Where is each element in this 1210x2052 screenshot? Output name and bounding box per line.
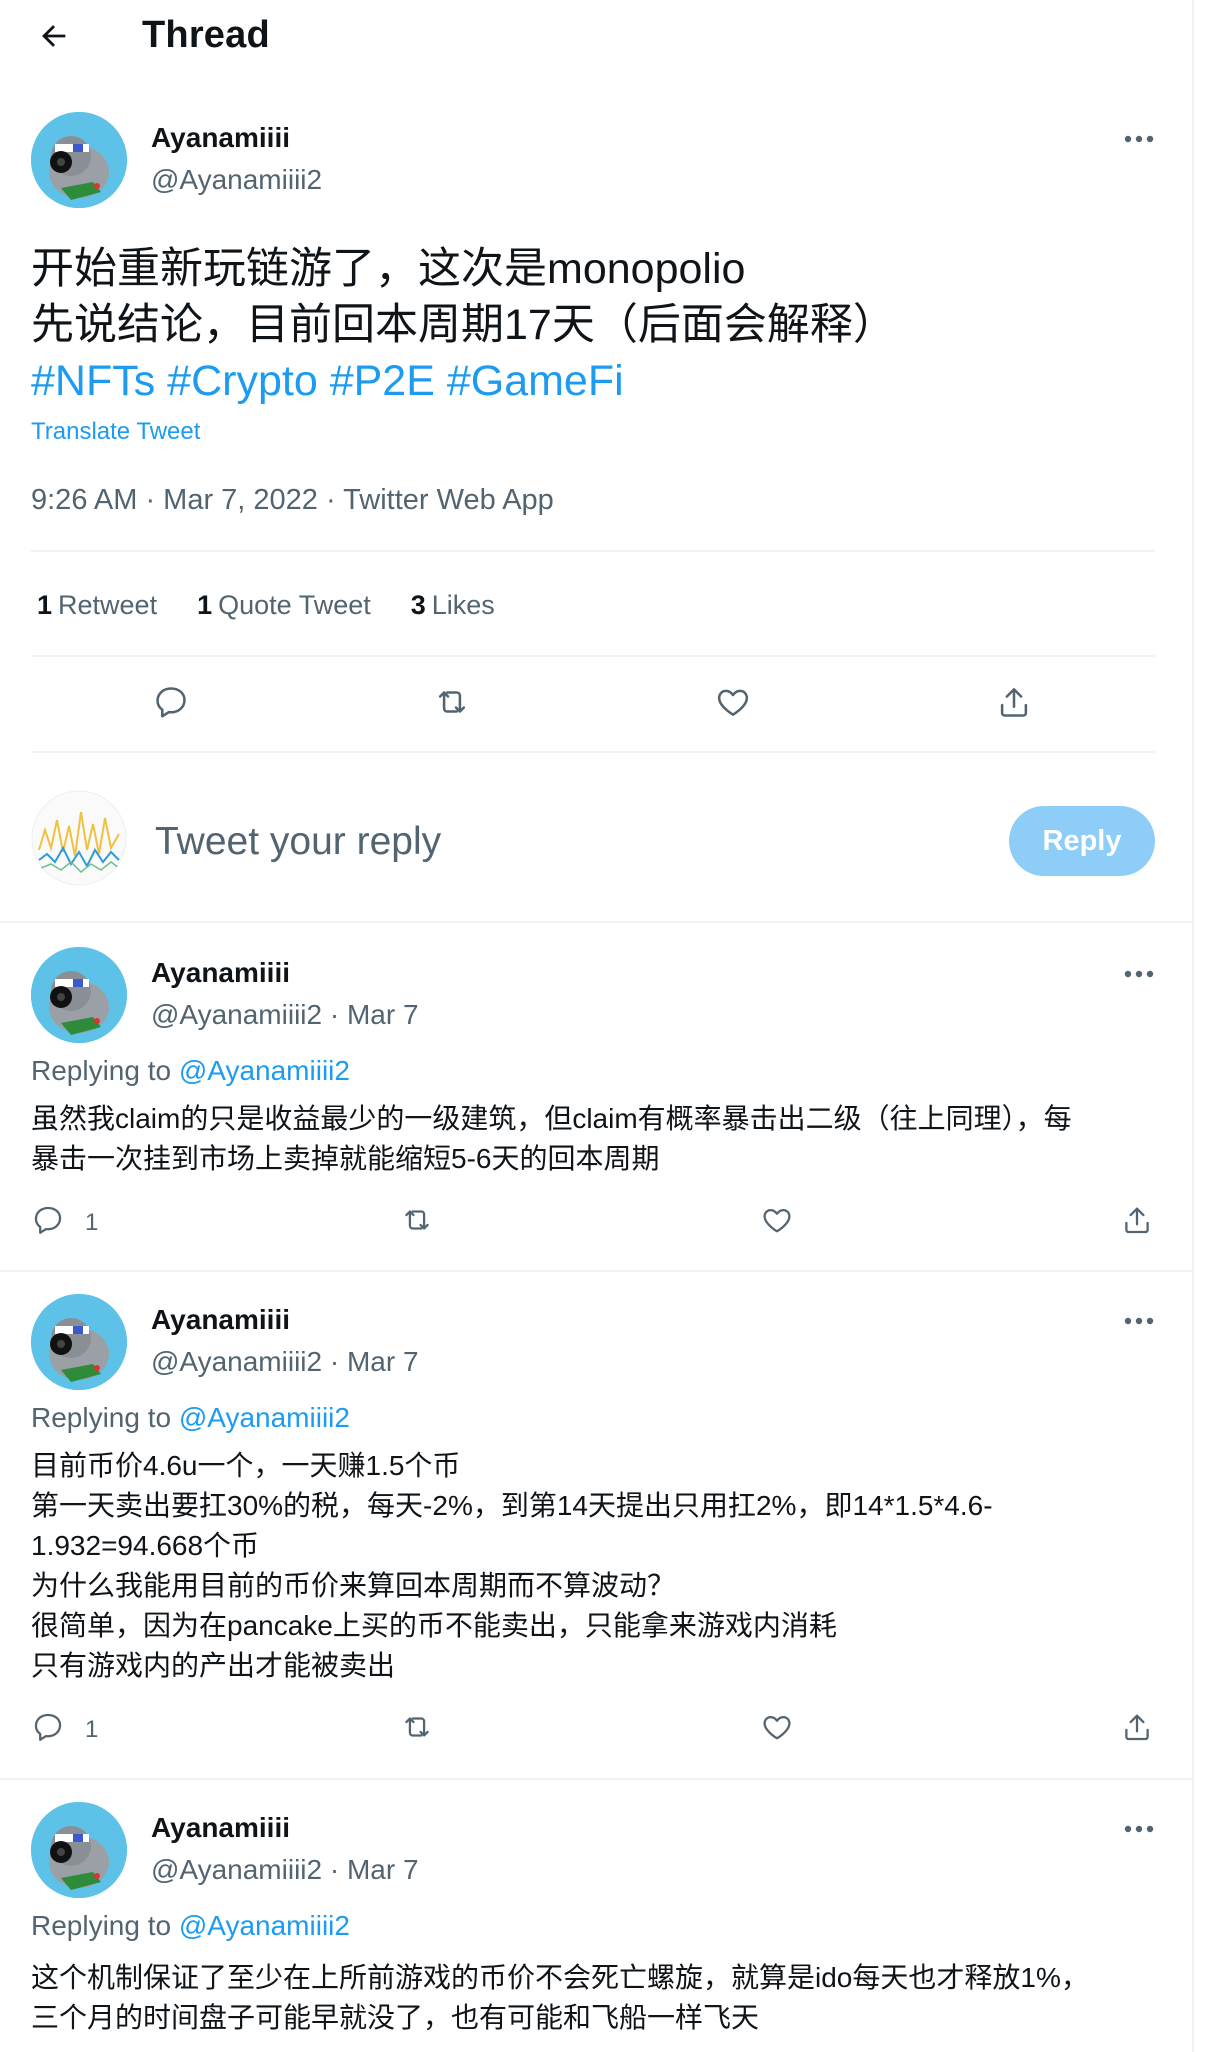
- mention-link[interactable]: @Ayanamiiii2: [179, 1910, 350, 1941]
- avatar[interactable]: [31, 1802, 127, 1898]
- mention-link[interactable]: @Ayanamiiii2: [179, 1055, 350, 1086]
- share-button[interactable]: [1120, 1710, 1154, 1749]
- tweet-text-line: 先说结论，目前回本周期17天（后面会解释）: [31, 301, 896, 349]
- share-button[interactable]: [1120, 1203, 1154, 1242]
- reply-tweet[interactable]: Ayanamiiii @Ayanamiiii2 · Mar 7 Replying…: [0, 921, 1192, 1271]
- divider: [31, 655, 1155, 657]
- heart-icon: [760, 1715, 794, 1748]
- reply-button[interactable]: 1: [31, 1710, 98, 1749]
- retweet-icon: [398, 1210, 436, 1241]
- hashtags[interactable]: #NFTs #Crypto #P2E #GameFi: [31, 353, 896, 409]
- tweet-text-line: 目前币价4.6u一个，一天赚1.5个币: [31, 1450, 461, 1481]
- tweet-text-line: 只有游戏内的产出才能被卖出: [31, 1650, 396, 1681]
- more-options-button[interactable]: [1117, 1306, 1161, 1336]
- comment-icon: [152, 683, 190, 726]
- avatar[interactable]: [31, 1294, 127, 1390]
- more-options-button[interactable]: [1117, 124, 1161, 154]
- reply-count: 1: [85, 1715, 99, 1743]
- tweet-timestamp[interactable]: 9:26 AM · Mar 7, 2022 · Twitter Web App: [31, 484, 554, 517]
- author-handle-date[interactable]: @Ayanamiiii2 · Mar 7: [151, 1854, 419, 1886]
- tweet-text-line: 第一天卖出要扛30%的税，每天-2%，到第14天提出只用扛2%，即14*1.5*…: [31, 1490, 993, 1521]
- more-horizontal-icon: [1124, 1820, 1154, 1838]
- translate-tweet-link[interactable]: Translate Tweet: [31, 418, 200, 446]
- author-name[interactable]: Ayanamiiii: [151, 122, 290, 154]
- avatar[interactable]: [31, 947, 127, 1043]
- reply-submit-button[interactable]: Reply: [1009, 806, 1155, 876]
- avatar[interactable]: [31, 112, 127, 208]
- reply-button[interactable]: [141, 674, 201, 734]
- reply-tweet[interactable]: Ayanamiiii @Ayanamiiii2 · Mar 7 Replying…: [0, 1270, 1192, 1778]
- divider: [31, 550, 1155, 552]
- page-title: Thread: [142, 14, 270, 56]
- author-handle[interactable]: @Ayanamiiii2: [151, 164, 322, 196]
- reply-tweet[interactable]: Ayanamiiii @Ayanamiiii2 · Mar 7 Replying…: [0, 1778, 1192, 2052]
- author-name[interactable]: Ayanamiiii: [151, 1304, 290, 1336]
- retweet-button[interactable]: [398, 1203, 436, 1242]
- retweet-icon: [398, 1717, 436, 1748]
- more-horizontal-icon: [1124, 130, 1154, 148]
- author-handle-date[interactable]: @Ayanamiiii2 · Mar 7: [151, 1346, 419, 1378]
- author-name[interactable]: Ayanamiiii: [151, 957, 290, 989]
- more-options-button[interactable]: [1117, 959, 1161, 989]
- more-options-button[interactable]: [1117, 1814, 1161, 1844]
- avatar-image: [31, 947, 127, 1043]
- tweet-text: 虽然我claim的只是收益最少的一级建筑，但claim有概率暴击出二级（往上同理…: [31, 1099, 1171, 1179]
- replying-to: Replying to @Ayanamiiii2: [31, 1055, 350, 1086]
- share-icon: [995, 683, 1033, 726]
- reply-count: 1: [85, 1208, 99, 1236]
- tweet-text-line: 为什么我能用目前的币价来算回本周期而不算波动？: [31, 1570, 676, 1601]
- tweet-text-line: 1.932=94.668个币: [31, 1530, 260, 1561]
- like-button[interactable]: [760, 1710, 794, 1749]
- like-button[interactable]: [703, 674, 763, 734]
- tweet-text-line: 三个月的时间盘子可能早就没了，也有可能和飞船一样飞天: [31, 2002, 760, 2033]
- more-horizontal-icon: [1124, 1312, 1154, 1330]
- reply-button[interactable]: 1: [31, 1203, 98, 1242]
- user-avatar-image: [31, 790, 127, 886]
- avatar-image: [31, 1294, 127, 1390]
- arrow-left-icon: [37, 19, 71, 58]
- retweet-icon: [431, 683, 473, 726]
- tweet-text: 这个机制保证了至少在上所前游戏的币价不会死亡螺旋，就算是ido每天也才释放1%，…: [31, 1958, 1171, 2038]
- tweet-text: 目前币价4.6u一个，一天赚1.5个币 第一天卖出要扛30%的税，每天-2%，到…: [31, 1446, 1171, 1686]
- retweet-button[interactable]: [422, 674, 482, 734]
- thread-column: Thread Ayanamiiii @Ayanamiiii2 开始重新玩链游了，…: [0, 0, 1194, 2052]
- more-horizontal-icon: [1124, 965, 1154, 983]
- user-avatar[interactable]: [31, 790, 127, 886]
- replying-to: Replying to @Ayanamiiii2: [31, 1402, 350, 1433]
- tweet-text-line: 开始重新玩链游了，这次是monopolio: [31, 245, 746, 293]
- tweet-text-line: 虽然我claim的只是收益最少的一级建筑，但claim有概率暴击出二级（往上同理…: [31, 1103, 1072, 1134]
- back-button[interactable]: [32, 16, 76, 60]
- tweet-stats: 1 Retweet 1 Quote Tweet 3 Likes: [37, 590, 495, 621]
- tweet-text-line: 这个机制保证了至少在上所前游戏的币价不会死亡螺旋，就算是ido每天也才释放1%，: [31, 1962, 1089, 1993]
- heart-icon: [714, 683, 752, 726]
- quote-tweet-stat[interactable]: 1 Quote Tweet: [197, 590, 371, 621]
- likes-stat[interactable]: 3 Likes: [411, 590, 495, 621]
- divider: [31, 751, 1155, 753]
- author-name[interactable]: Ayanamiiii: [151, 1812, 290, 1844]
- like-button[interactable]: [760, 1203, 794, 1242]
- tweet-text-line: 暴击一次挂到市场上卖掉就能缩短5-6天的回本周期: [31, 1143, 660, 1174]
- comment-icon: [31, 1203, 65, 1242]
- heart-icon: [760, 1208, 794, 1241]
- comment-icon: [31, 1710, 65, 1749]
- share-button[interactable]: [984, 674, 1044, 734]
- tweet-text-line: 很简单，因为在pancake上买的币不能卖出，只能拿来游戏内消耗: [31, 1610, 837, 1641]
- tweet-text: 开始重新玩链游了，这次是monopolio 先说结论，目前回本周期17天（后面会…: [31, 241, 896, 409]
- avatar-image: [31, 1802, 127, 1898]
- reply-input[interactable]: Tweet your reply: [155, 820, 441, 864]
- mention-link[interactable]: @Ayanamiiii2: [179, 1402, 350, 1433]
- share-icon: [1120, 1207, 1154, 1241]
- avatar-image: [31, 112, 127, 208]
- author-handle-date[interactable]: @Ayanamiiii2 · Mar 7: [151, 999, 419, 1031]
- replying-to: Replying to @Ayanamiiii2: [31, 1910, 350, 1941]
- retweet-button[interactable]: [398, 1710, 436, 1749]
- share-icon: [1120, 1714, 1154, 1748]
- retweet-stat[interactable]: 1 Retweet: [37, 590, 157, 621]
